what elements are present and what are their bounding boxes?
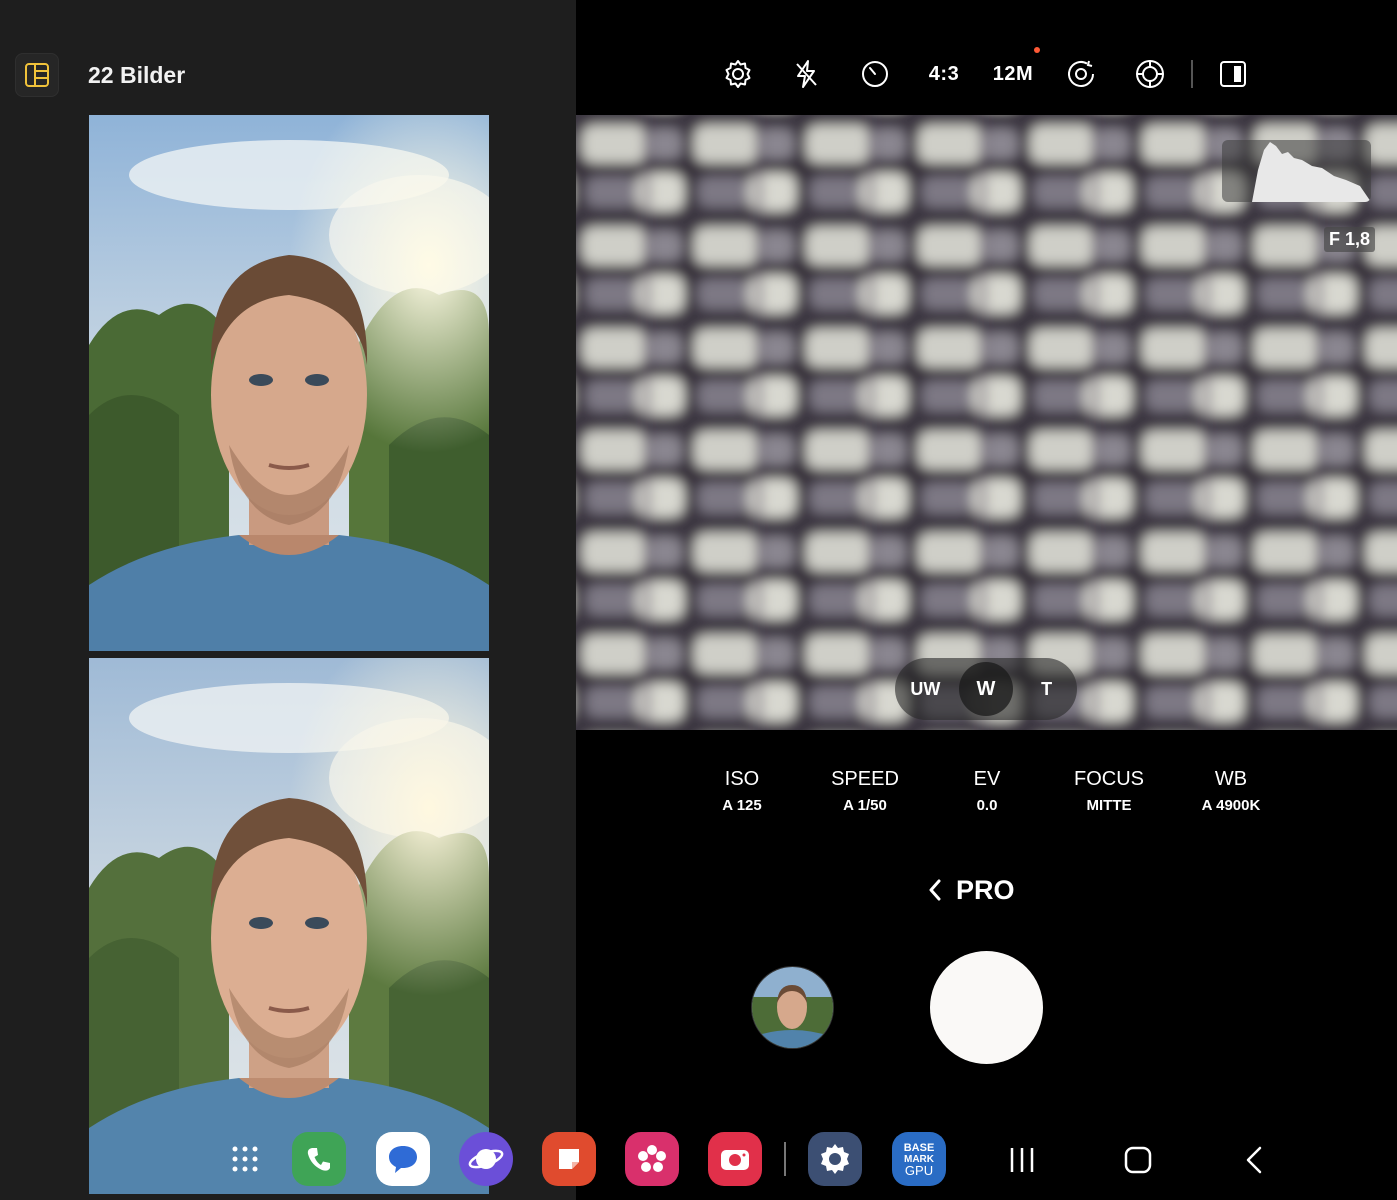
- recent-apps-button[interactable]: [998, 1136, 1046, 1184]
- lens-t-button[interactable]: T: [1020, 662, 1074, 716]
- gallery-app-button[interactable]: [625, 1132, 679, 1186]
- internet-app-button[interactable]: [459, 1132, 513, 1186]
- app-drawer-icon: [232, 1146, 258, 1172]
- taskbar: BASE MARK GPU: [0, 1128, 1397, 1192]
- dual-view-icon: [1220, 61, 1246, 87]
- mode-selector[interactable]: PRO: [928, 872, 1015, 908]
- histogram: [1222, 140, 1371, 202]
- flash-toggle-button[interactable]: [784, 46, 828, 102]
- wb-label: WB: [1214, 768, 1248, 790]
- back-icon: [1246, 1146, 1262, 1174]
- focus-value: MITTE: [1086, 797, 1132, 814]
- home-icon: [1124, 1146, 1152, 1174]
- iso-control[interactable]: ISO A 125: [682, 768, 802, 814]
- internet-app-icon: [468, 1149, 504, 1169]
- gallery-title: 22 Bilder: [88, 62, 186, 88]
- iso-label: ISO: [724, 768, 760, 790]
- basemark-gpu-label-line-1: BASE: [903, 1141, 935, 1154]
- lens-uw-button[interactable]: UW: [898, 662, 952, 716]
- lens-w-button[interactable]: W: [958, 662, 1013, 716]
- home-button[interactable]: [1114, 1136, 1162, 1184]
- notes-app-button[interactable]: [542, 1132, 596, 1186]
- ev-value: 0.0: [976, 797, 998, 814]
- notes-app-icon: [559, 1149, 579, 1169]
- camera-app-button[interactable]: [708, 1132, 762, 1186]
- gear-icon: [725, 60, 751, 88]
- timer-button[interactable]: [853, 46, 897, 102]
- pro-controls: ISO A 125 SPEED A 1/50 EV 0.0 FOCUS MITT…: [681, 768, 1281, 818]
- mode-label: PRO: [956, 874, 1015, 905]
- gallery-app-icon: [638, 1145, 666, 1172]
- basemark-gpu-label-line-3: GPU: [904, 1162, 934, 1178]
- split-view-toggle-button[interactable]: [15, 53, 59, 97]
- speed-control[interactable]: SPEED A 1/50: [805, 768, 925, 814]
- ev-label: EV: [973, 768, 1001, 790]
- settings-app-icon: [821, 1144, 849, 1174]
- wb-control[interactable]: WB A 4900K: [1171, 768, 1291, 814]
- toolbar-divider: [1191, 60, 1193, 88]
- filter-button[interactable]: [1128, 46, 1172, 102]
- gallery-pane: 22 Bilder: [0, 0, 576, 1200]
- last-photo-thumbnail[interactable]: [752, 967, 833, 1048]
- messages-app-button[interactable]: [376, 1132, 430, 1186]
- camera-settings-button[interactable]: [716, 46, 760, 102]
- viewfinder-preview: [576, 115, 1397, 730]
- phone-app-button[interactable]: [292, 1132, 346, 1186]
- wb-value: A 4900K: [1201, 797, 1261, 814]
- split-view-icon: [25, 63, 49, 87]
- chevron-left-icon: [929, 879, 941, 901]
- selfie-photo-1[interactable]: [89, 115, 489, 651]
- resolution-indicator-dot: [1034, 47, 1040, 53]
- recent-apps-icon: [1010, 1148, 1034, 1172]
- focus-control[interactable]: FOCUS MITTE: [1049, 768, 1169, 814]
- aspect-ratio-button[interactable]: 4:3: [922, 46, 966, 102]
- speed-label: SPEED: [831, 768, 899, 790]
- filter-icon: [1136, 60, 1164, 88]
- basemark-gpu-app-button[interactable]: BASE MARK GPU: [892, 1132, 946, 1186]
- app-drawer-button[interactable]: [218, 1132, 272, 1186]
- phone-app-icon: [307, 1148, 330, 1171]
- ev-control[interactable]: EV 0.0: [927, 768, 1047, 814]
- selfie-photo-2[interactable]: [89, 658, 489, 1194]
- dual-view-button[interactable]: [1211, 46, 1255, 102]
- resolution-button[interactable]: 12M: [988, 46, 1038, 102]
- flash-off-icon: [796, 60, 817, 88]
- motion-photo-button[interactable]: [1059, 46, 1103, 102]
- dock-divider: [784, 1142, 786, 1176]
- iso-value: A 125: [722, 797, 762, 814]
- motion-photo-icon: [1068, 60, 1094, 87]
- speed-value: A 1/50: [843, 797, 887, 814]
- lens-selector: UW W T: [895, 658, 1077, 720]
- camera-top-toolbar: 4:3 12M: [576, 46, 1397, 102]
- timer-icon: [862, 61, 888, 87]
- camera-viewfinder[interactable]: F 1,8 UW W T: [576, 115, 1397, 730]
- focus-label: FOCUS: [1074, 768, 1144, 790]
- camera-app-icon: [721, 1150, 749, 1170]
- messages-app-icon: [389, 1146, 417, 1173]
- settings-app-button[interactable]: [808, 1132, 862, 1186]
- camera-pane: 4:3 12M F 1,8 UW W T ISO A 125 SPEED A 1…: [576, 0, 1397, 1200]
- aperture-readout: F 1,8: [1324, 227, 1376, 252]
- back-button[interactable]: [1230, 1136, 1278, 1184]
- shutter-button[interactable]: [930, 951, 1043, 1064]
